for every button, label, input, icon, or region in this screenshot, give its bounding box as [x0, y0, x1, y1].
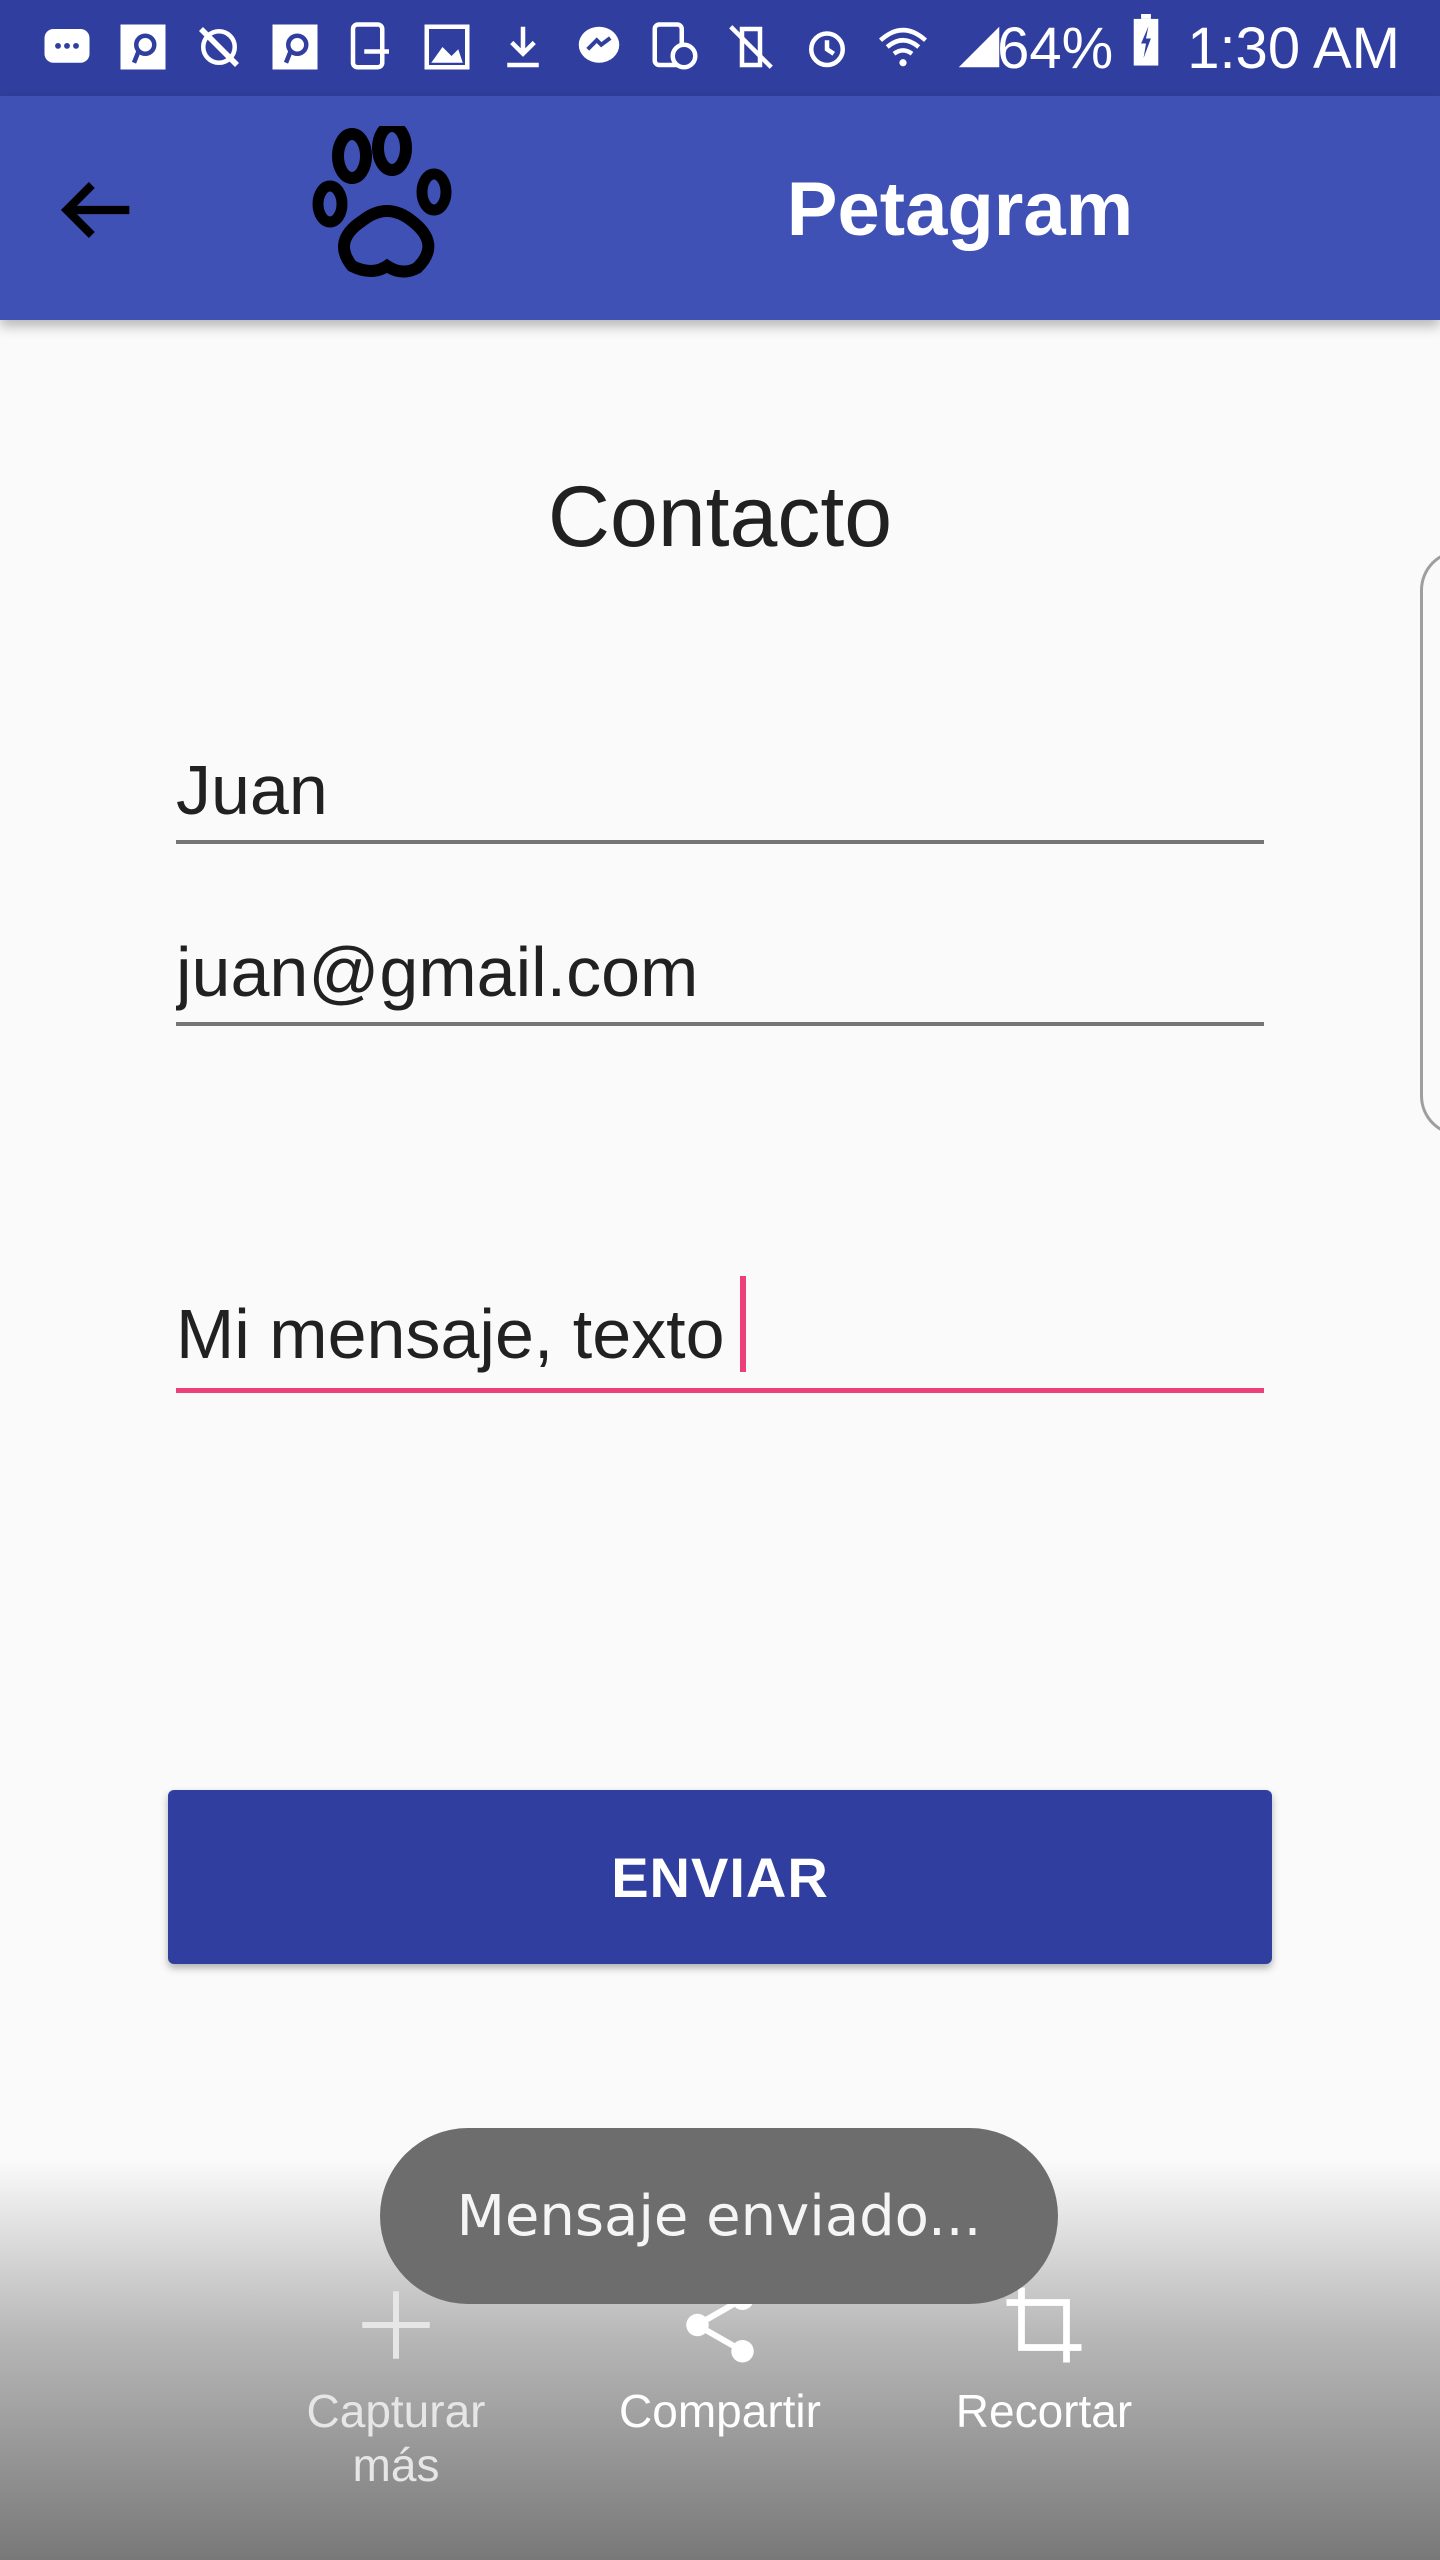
send-button[interactable]: ENVIAR: [168, 1790, 1272, 1964]
paw-icon: [312, 120, 462, 286]
capture-more-label: Capturar más: [306, 2385, 486, 2491]
crop-label: Recortar: [955, 2385, 1133, 2437]
download-icon: [496, 20, 550, 74]
clock: 1:30 AM: [1187, 15, 1400, 81]
messages-icon: [40, 20, 94, 74]
name-field[interactable]: [176, 740, 1264, 844]
status-bar: 64% 1:30 AM: [0, 0, 1440, 96]
p-app-icon: [116, 20, 170, 74]
battery-charging-icon: [1131, 14, 1161, 82]
vibrate-mute-icon: [724, 20, 778, 74]
message-field[interactable]: [176, 1280, 1264, 1393]
page-title: Contacto: [547, 469, 893, 565]
back-button[interactable]: [46, 160, 146, 260]
edge-panel-handle[interactable]: [1420, 550, 1440, 1136]
wifi-icon: [876, 20, 930, 74]
messenger-icon: [572, 20, 626, 74]
app-toolbar: Petagram: [0, 96, 1440, 320]
app-title: Petagram: [786, 167, 1134, 252]
toast-message: Mensaje enviado...: [380, 2128, 1058, 2304]
share-label: Compartir: [619, 2385, 821, 2437]
status-right: 64% 1:30 AM: [997, 14, 1400, 82]
notification-icons: [40, 20, 1006, 74]
image-icon: [420, 20, 474, 74]
text-cursor: [740, 1276, 746, 1372]
alarm-icon: [800, 20, 854, 74]
arrow-left-icon: [60, 182, 130, 238]
device-clock-icon: [648, 20, 702, 74]
battery-percent: 64%: [997, 15, 1114, 81]
crop-icon: [1006, 2287, 1082, 2363]
tools-icon: [192, 20, 246, 74]
device-icon: [344, 20, 398, 74]
email-field[interactable]: [176, 922, 1264, 1026]
p-app-icon: [268, 20, 322, 74]
capture-more-button[interactable]: Capturar más: [266, 2280, 526, 2492]
